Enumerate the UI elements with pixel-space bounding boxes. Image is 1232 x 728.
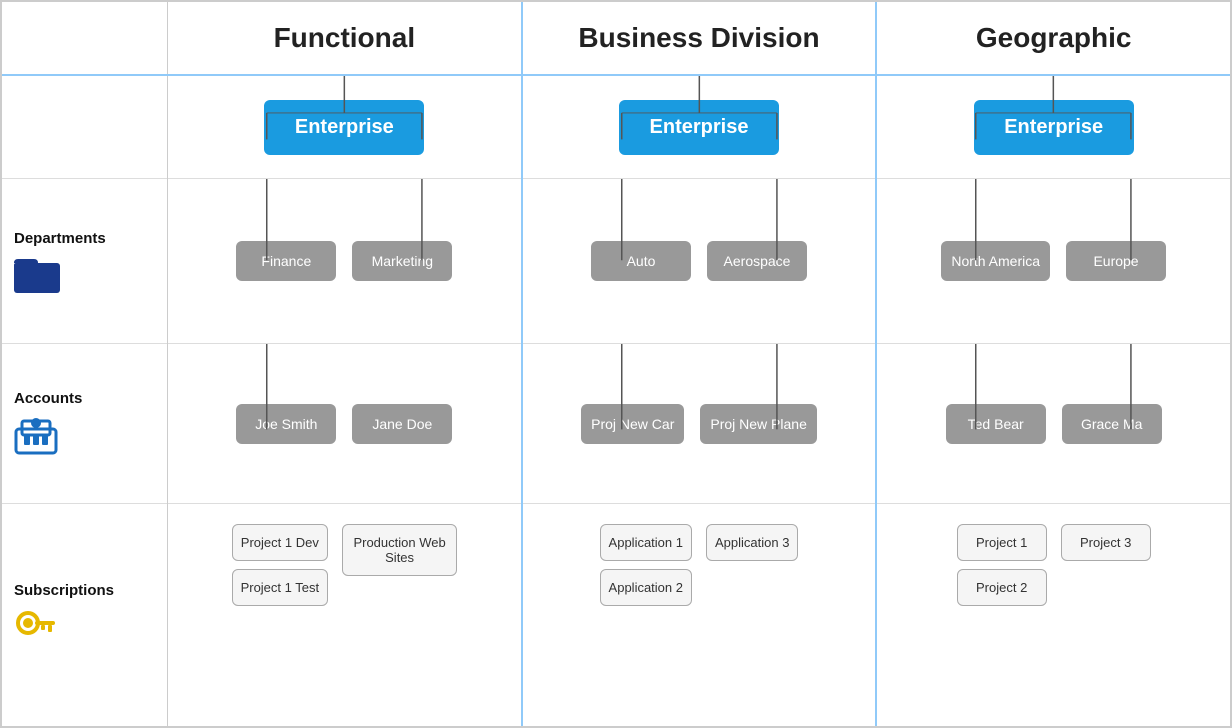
business-inner: Enterprise Auto Aerospace xyxy=(523,76,876,726)
functional-dept-marketing[interactable]: Marketing xyxy=(352,241,452,281)
functional-enterprise-section: Enterprise xyxy=(168,76,521,179)
geographic-sub-proj3[interactable]: Project 3 xyxy=(1061,524,1151,561)
geographic-subs-wrapper: Project 1 Project 2 Project 3 xyxy=(877,504,1230,726)
functional-account-jane[interactable]: Jane Doe xyxy=(352,404,452,444)
header-business: Business Division xyxy=(523,2,878,74)
business-sub-stack-right: Application 3 xyxy=(706,524,798,561)
geographic-inner: Enterprise North America Europe xyxy=(877,76,1230,726)
functional-enterprise-node[interactable]: Enterprise xyxy=(264,100,424,155)
business-dept-wrapper: Auto Aerospace xyxy=(523,179,876,344)
business-enterprise-node[interactable]: Enterprise xyxy=(619,100,779,155)
functional-accounts-wrapper: Joe Smith Jane Doe xyxy=(168,344,521,504)
business-sub-app2[interactable]: Application 2 xyxy=(600,569,692,606)
folder-icon xyxy=(14,253,62,293)
business-sub-app3[interactable]: Application 3 xyxy=(706,524,798,561)
geographic-account-gracema[interactable]: Grace Ma xyxy=(1062,404,1162,444)
header-row: Functional Business Division Geographic xyxy=(2,2,1230,76)
business-sub-app1[interactable]: Application 1 xyxy=(600,524,692,561)
geographic-subscriptions-section: Project 1 Project 2 Project 3 xyxy=(877,504,1230,606)
geographic-enterprise-node[interactable]: Enterprise xyxy=(974,100,1134,155)
functional-sub-proj1dev[interactable]: Project 1 Dev xyxy=(232,524,328,561)
label-departments-section: Departments xyxy=(2,179,167,344)
business-dept-aerospace[interactable]: Aerospace xyxy=(707,241,807,281)
functional-subs-wrapper: Project 1 Dev Project 1 Test Production … xyxy=(168,504,521,726)
geographic-sub-proj2[interactable]: Project 2 xyxy=(957,569,1047,606)
functional-sub-stack-left: Project 1 Dev Project 1 Test xyxy=(232,524,329,606)
functional-account-joe[interactable]: Joe Smith xyxy=(236,404,336,444)
diagrams-area: Enterprise Finance Marketing xyxy=(168,76,1230,726)
functional-subscriptions-section: Project 1 Dev Project 1 Test Production … xyxy=(168,504,521,606)
functional-sub-prodweb[interactable]: Production Web Sites xyxy=(342,524,457,576)
labels-column: Departments Accounts xyxy=(2,76,168,726)
business-accounts-wrapper: Proj New Car Proj New Plane xyxy=(523,344,876,504)
subscriptions-label: Subscriptions xyxy=(14,582,114,599)
accounts-label: Accounts xyxy=(14,390,82,407)
business-subscriptions-section: Application 1 Application 2 Application … xyxy=(523,504,876,606)
header-functional: Functional xyxy=(168,2,523,74)
business-subs-wrapper: Application 1 Application 2 Application … xyxy=(523,504,876,726)
main-container: Functional Business Division Geographic … xyxy=(0,0,1232,728)
diagram-business: Enterprise Auto Aerospace xyxy=(523,76,878,726)
business-account-projcar[interactable]: Proj New Car xyxy=(581,404,684,444)
label-accounts-section: Accounts xyxy=(2,344,167,504)
geographic-dept-wrapper: North America Europe xyxy=(877,179,1230,344)
key-icon xyxy=(14,605,58,649)
business-enterprise-section: Enterprise xyxy=(523,76,876,179)
geographic-sub-stack-left: Project 1 Project 2 xyxy=(957,524,1047,606)
functional-dept-wrapper: Finance Marketing xyxy=(168,179,521,344)
content-area: Departments Accounts xyxy=(2,76,1230,726)
geographic-enterprise-section: Enterprise xyxy=(877,76,1230,179)
label-subscriptions-section: Subscriptions xyxy=(2,504,167,726)
geographic-dept-europe[interactable]: Europe xyxy=(1066,241,1166,281)
business-account-projplane[interactable]: Proj New Plane xyxy=(700,404,817,444)
header-geographic: Geographic xyxy=(877,2,1230,74)
business-sub-stack-left: Application 1 Application 2 xyxy=(600,524,692,606)
label-enterprise-spacer xyxy=(2,76,167,179)
functional-accounts-section: Joe Smith Jane Doe xyxy=(168,344,521,504)
departments-label: Departments xyxy=(14,230,106,247)
geographic-departments-section: North America Europe xyxy=(877,179,1230,344)
diagram-geographic: Enterprise North America Europe xyxy=(877,76,1230,726)
diagram-functional: Enterprise Finance Marketing xyxy=(168,76,523,726)
geographic-accounts-wrapper: Ted Bear Grace Ma xyxy=(877,344,1230,504)
accounts-icon xyxy=(14,413,58,457)
geographic-account-tedbear[interactable]: Ted Bear xyxy=(946,404,1046,444)
geographic-dept-northamerica[interactable]: North America xyxy=(941,241,1050,281)
functional-sub-proj1test[interactable]: Project 1 Test xyxy=(232,569,329,606)
geographic-sub-proj1[interactable]: Project 1 xyxy=(957,524,1047,561)
geographic-sub-stack-right: Project 3 xyxy=(1061,524,1151,561)
header-spacer xyxy=(2,2,168,74)
business-dept-auto[interactable]: Auto xyxy=(591,241,691,281)
geographic-accounts-section: Ted Bear Grace Ma xyxy=(877,344,1230,504)
functional-dept-finance[interactable]: Finance xyxy=(236,241,336,281)
business-departments-section: Auto Aerospace xyxy=(523,179,876,344)
functional-inner: Enterprise Finance Marketing xyxy=(168,76,521,726)
functional-departments-section: Finance Marketing xyxy=(168,179,521,344)
business-accounts-section: Proj New Car Proj New Plane xyxy=(523,344,876,504)
functional-sub-stack-right: Production Web Sites xyxy=(342,524,457,576)
